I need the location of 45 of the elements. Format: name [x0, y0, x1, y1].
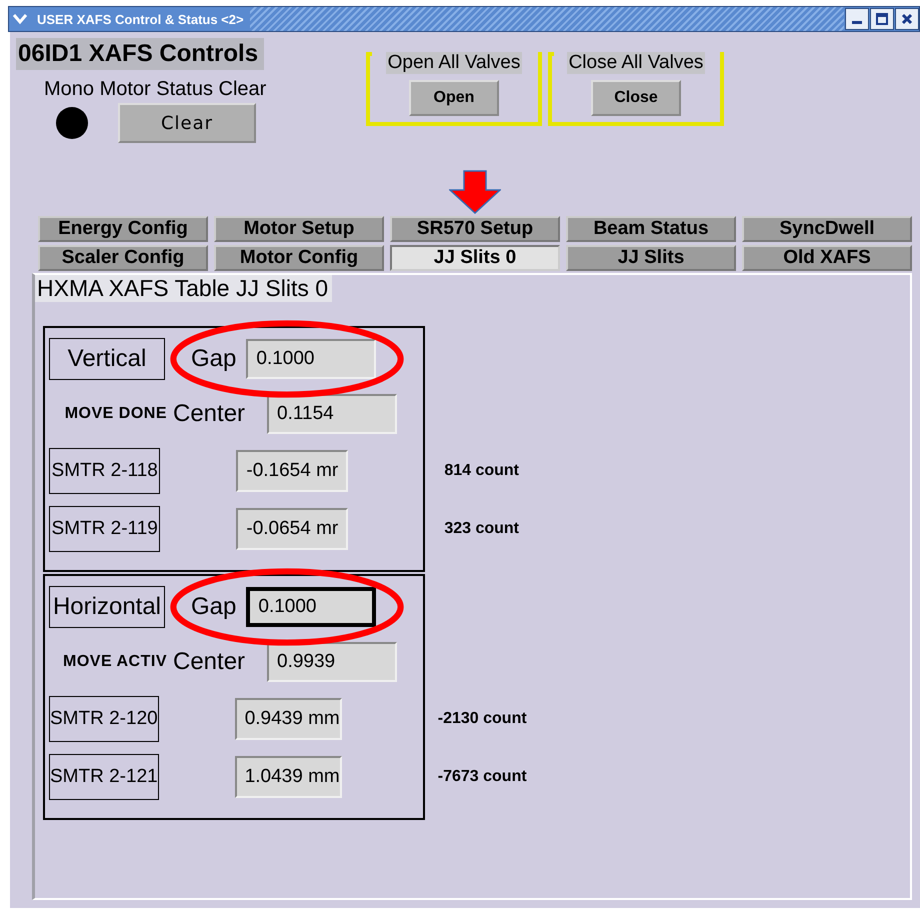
- valve-button[interactable]: Open: [409, 80, 499, 116]
- clear-button[interactable]: Clear: [118, 103, 256, 143]
- motor-count: -7673 count: [438, 768, 527, 786]
- tab[interactable]: Motor Config: [214, 245, 384, 271]
- app-title: 06ID1 XAFS Controls: [16, 38, 264, 70]
- center-field[interactable]: 0.1154: [267, 394, 397, 434]
- tab[interactable]: Beam Status: [566, 216, 736, 242]
- panel-title: HXMA XAFS Table JJ Slits 0: [35, 275, 332, 302]
- valve-label: Open All Valves: [386, 52, 522, 74]
- motor-position-field[interactable]: 1.0439 mm: [234, 756, 342, 798]
- motor-position-field[interactable]: -0.1654 mr: [236, 450, 348, 492]
- gap-field[interactable]: 0.1000: [246, 587, 376, 627]
- tab[interactable]: Motor Setup: [214, 216, 384, 242]
- close-icon[interactable]: [895, 8, 919, 30]
- center-label: Center: [173, 648, 246, 676]
- valve-label: Close All Valves: [566, 52, 706, 74]
- motor-position-field[interactable]: -0.0654 mr: [236, 508, 348, 550]
- tab[interactable]: SR570 Setup: [390, 216, 560, 242]
- tab[interactable]: SyncDwell: [742, 216, 912, 242]
- motor-name: SMTR 2-119: [49, 506, 160, 552]
- center-field[interactable]: 0.9939: [267, 642, 397, 682]
- valve-button[interactable]: Close: [591, 80, 681, 116]
- center-label: Center: [173, 400, 246, 428]
- gap-label: Gap: [191, 345, 236, 373]
- motor-count: -2130 count: [438, 710, 527, 728]
- tab[interactable]: JJ Slits: [566, 245, 736, 271]
- motor-name: SMTR 2-118: [49, 448, 160, 494]
- axis-name: Vertical: [49, 338, 165, 380]
- tab[interactable]: Old XAFS: [742, 245, 912, 271]
- motor-name: SMTR 2-120: [49, 696, 159, 742]
- motor-count: 814 count: [444, 462, 519, 480]
- gap-field[interactable]: 0.1000: [246, 339, 376, 379]
- tab[interactable]: Scaler Config: [38, 245, 208, 271]
- move-status: MOVE DONE: [64, 405, 167, 423]
- tab[interactable]: Energy Config: [38, 216, 208, 242]
- gap-label: Gap: [191, 593, 236, 621]
- move-status: MOVE ACTIV: [62, 653, 167, 671]
- axis-name: Horizontal: [49, 586, 165, 628]
- motor-name: SMTR 2-121: [49, 754, 159, 800]
- motor-position-field[interactable]: 0.9439 mm: [234, 698, 342, 740]
- maximize-icon[interactable]: [870, 8, 894, 30]
- status-label: Mono Motor Status Clear: [44, 78, 266, 101]
- motor-count: 323 count: [444, 520, 519, 538]
- minimize-icon[interactable]: [845, 8, 869, 30]
- tab[interactable]: JJ Slits 0: [390, 245, 560, 271]
